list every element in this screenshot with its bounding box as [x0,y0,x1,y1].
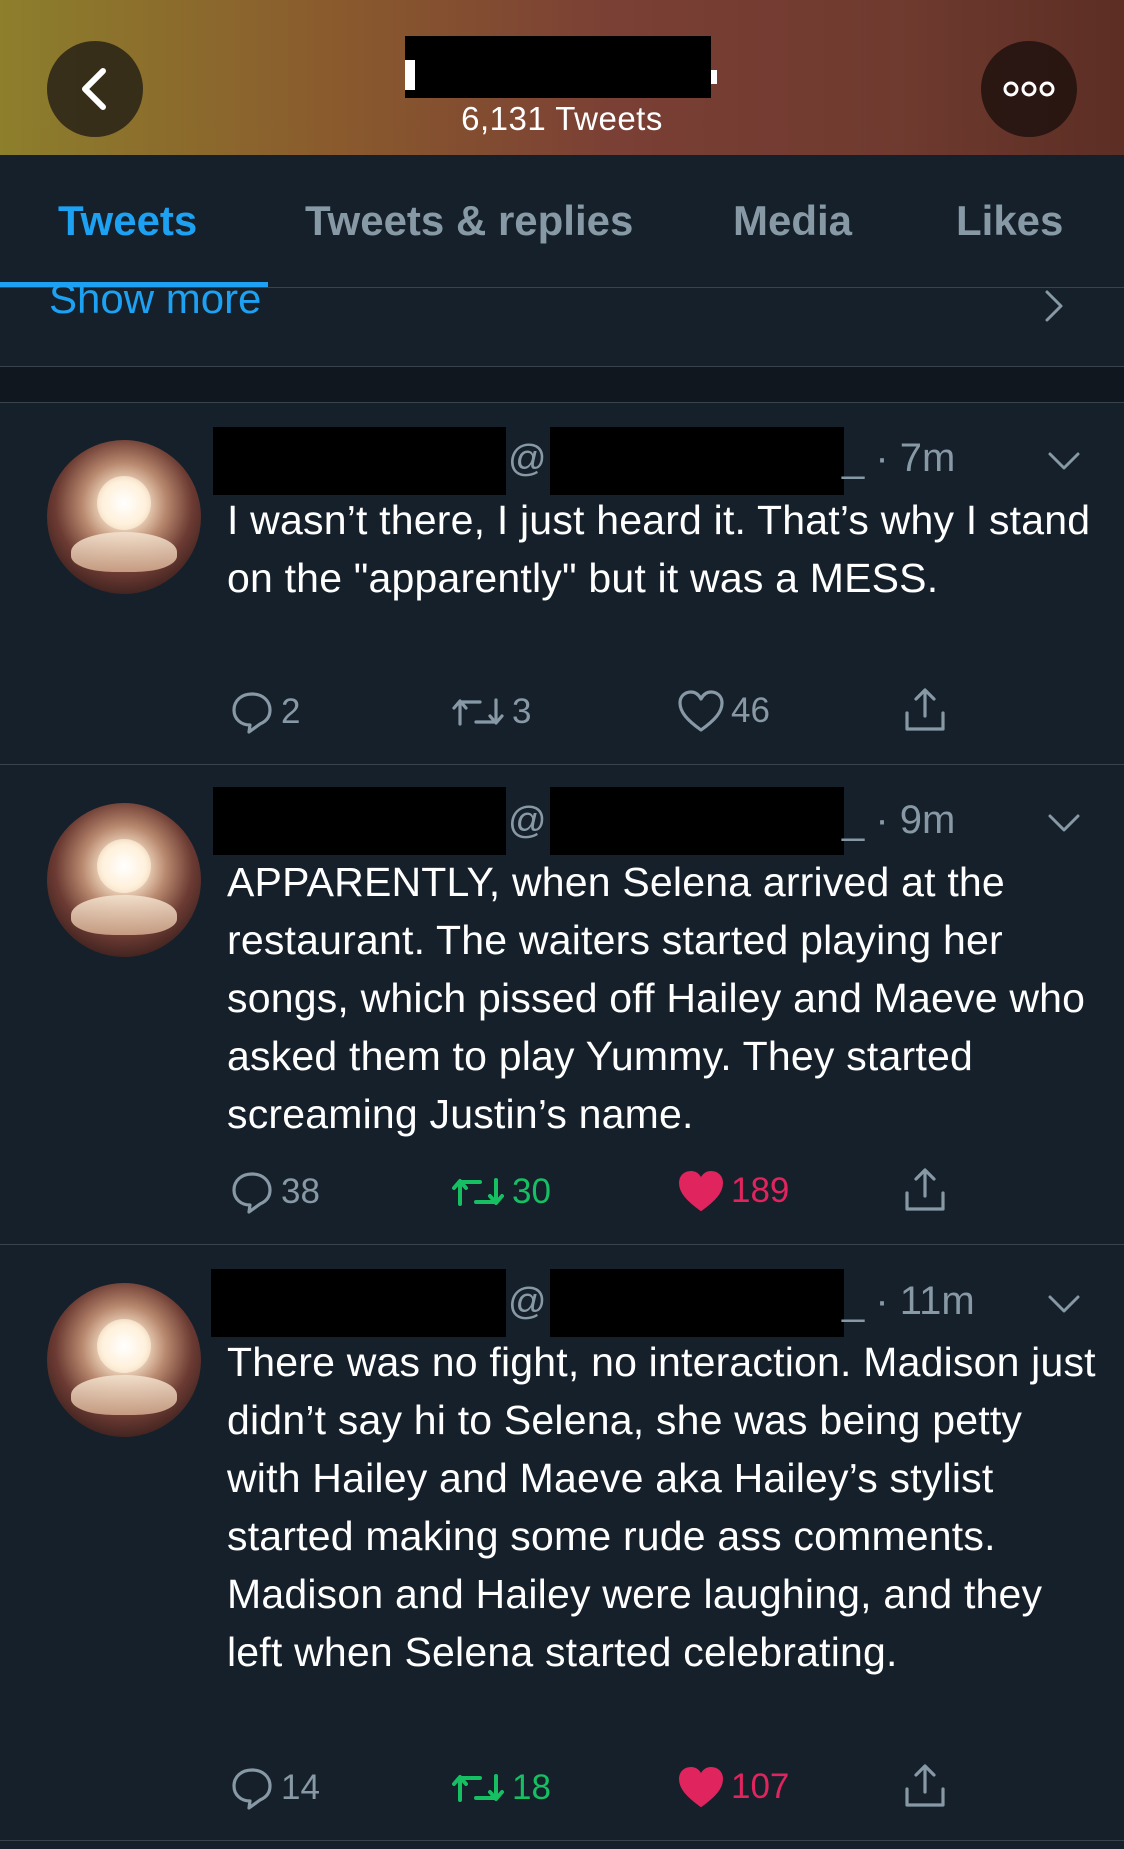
redacted-display-name [213,787,506,855]
handle-at-sign: @ [508,1281,547,1323]
chevron-down-icon[interactable] [1046,1293,1082,1315]
like-icon [679,1171,723,1211]
show-more-row[interactable]: Show more [0,276,1124,366]
retweet-button[interactable]: 3 [450,692,531,732]
retweet-icon [452,1178,504,1206]
tweet-time: _ · 7m [842,436,956,480]
tab-likes[interactable]: Likes [956,197,1063,245]
reply-button[interactable]: 38 [229,1169,320,1215]
tweet-text: I wasn’t there, I just heard it. That’s … [227,497,1102,601]
redacted-profile-name [405,36,717,98]
like-count: 46 [731,691,770,730]
tweet-count: 6,131 Tweets [461,100,663,137]
share-button[interactable] [902,686,948,734]
retweet-button[interactable]: 18 [450,1768,551,1808]
share-button[interactable] [902,1166,948,1214]
reply-icon [232,1172,272,1214]
chevron-down-icon[interactable] [1046,812,1082,834]
share-icon [905,1168,945,1211]
retweet-count: 18 [512,1768,551,1807]
retweet-count: 30 [512,1172,551,1211]
more-options-button[interactable] [981,41,1077,137]
avatar[interactable] [47,440,201,594]
redacted-handle [550,787,844,855]
tab-tweets-and-replies[interactable]: Tweets & replies [305,197,633,245]
tweet-time: _ · 11m [842,1279,975,1323]
like-button[interactable]: 46 [677,689,770,733]
like-icon [678,690,724,732]
section-divider [0,366,1124,403]
profile-tabs: Tweets Tweets & replies Media Likes [0,155,1124,288]
share-button[interactable] [902,1762,948,1810]
like-icon [679,1767,723,1807]
redacted-display-name [211,1269,506,1337]
avatar[interactable] [47,1283,201,1437]
like-count: 189 [731,1171,790,1210]
reply-count: 2 [281,692,301,731]
like-button[interactable]: 107 [677,1765,789,1809]
avatar[interactable] [47,803,201,957]
tweet[interactable]: @ _ · 9m APPARENTLY, when Selena arrived… [0,765,1124,1245]
redacted-handle [550,427,844,495]
like-count: 107 [731,1767,790,1806]
show-more-link[interactable]: Show more [49,276,261,322]
chevron-down-icon[interactable] [1046,450,1082,472]
share-icon [905,1764,945,1807]
redacted-handle [550,1269,844,1337]
reply-count: 38 [281,1172,320,1211]
chevron-right-icon [1045,290,1063,322]
retweet-count: 3 [512,692,532,731]
like-button[interactable]: 189 [677,1169,789,1213]
reply-button[interactable]: 2 [229,689,300,735]
reply-button[interactable]: 14 [229,1765,320,1811]
redacted-display-name [213,427,506,495]
tweet-text: There was no fight, no interaction. Madi… [227,1339,1108,1675]
tweet[interactable]: @ _ · 11m There was no fight, no interac… [0,1245,1124,1841]
tweet[interactable]: @ _ · 7m I wasn’t there, I just heard it… [0,402,1124,765]
handle-at-sign: @ [508,438,547,480]
reply-icon [232,1768,272,1810]
reply-icon [232,692,272,734]
share-icon [905,688,945,731]
tweet-text: APPARENTLY, when Selena arrived at the r… [227,859,1097,1137]
profile-header-banner: 6,131 Tweets [0,0,1124,155]
retweet-icon [452,698,504,726]
handle-at-sign: @ [508,800,547,842]
tweet-time: _ · 9m [842,798,956,842]
retweet-icon [452,1774,504,1802]
reply-count: 14 [281,1768,320,1807]
tab-tweets[interactable]: Tweets [58,197,197,245]
retweet-button[interactable]: 30 [450,1172,551,1212]
tab-media[interactable]: Media [733,197,852,245]
more-options-icon [1003,81,1055,97]
